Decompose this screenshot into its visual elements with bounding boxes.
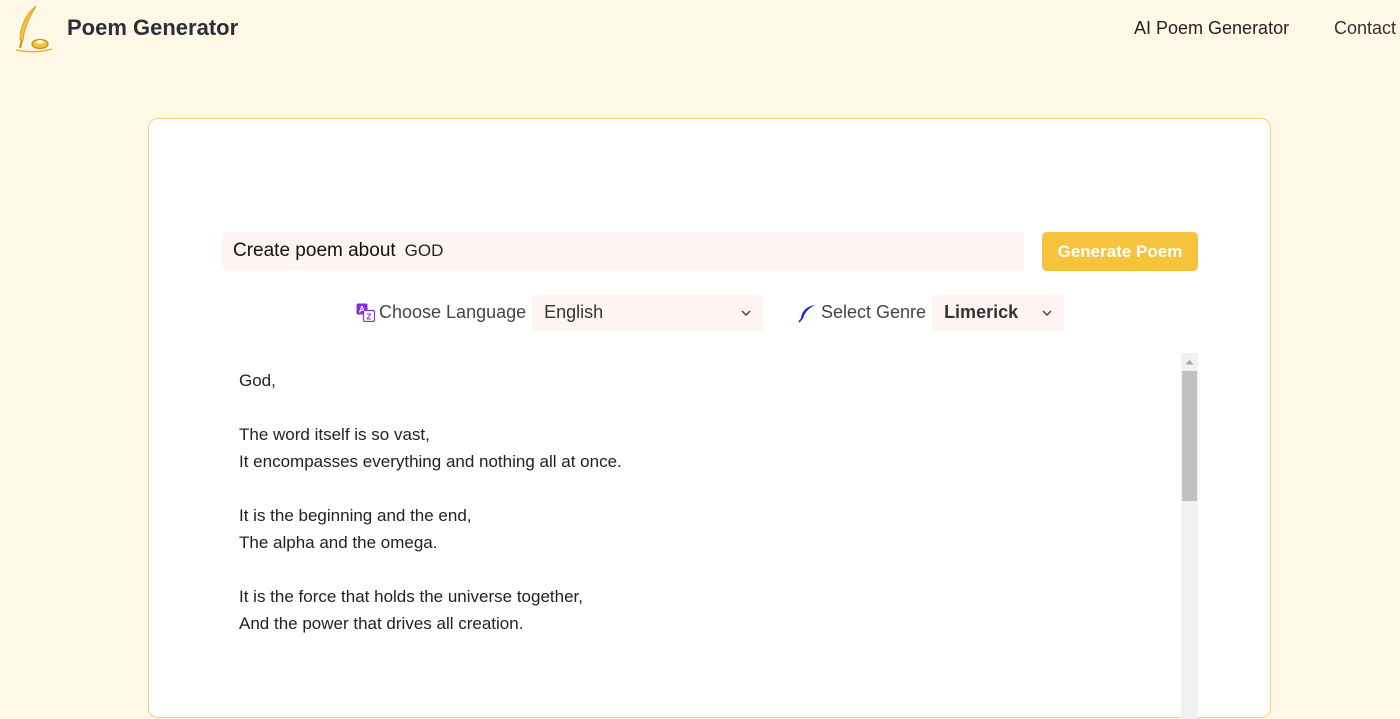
site-header: Poem Generator AI Poem Generator Contact bbox=[0, 0, 1400, 58]
poem-line bbox=[239, 556, 1139, 583]
poem-line: The word itself is so vast, bbox=[239, 425, 430, 444]
feather-icon bbox=[798, 304, 815, 322]
quill-ink-icon[interactable] bbox=[12, 4, 56, 54]
chevron-down-icon bbox=[741, 309, 751, 316]
poem-scrollbar[interactable] bbox=[1181, 353, 1198, 719]
poem-line: It is the beginning and the end, bbox=[239, 506, 472, 525]
language-select[interactable]: English bbox=[532, 294, 764, 331]
poem-line: The alpha and the omega. bbox=[239, 533, 438, 552]
translate-icon: A Z bbox=[356, 303, 375, 322]
prompt-field: Create poem about bbox=[222, 232, 1024, 270]
genre-label: Select Genre bbox=[821, 302, 927, 322]
scroll-up-arrow-icon[interactable] bbox=[1181, 353, 1198, 370]
svg-text:Z: Z bbox=[367, 313, 372, 322]
brand-title[interactable]: Poem Generator bbox=[67, 15, 238, 41]
prompt-input[interactable] bbox=[404, 241, 985, 261]
language-value: English bbox=[544, 302, 604, 322]
scrollbar-thumb[interactable] bbox=[1182, 371, 1197, 501]
poem-output[interactable]: God, The word itself is so vast, It enco… bbox=[222, 353, 1198, 719]
genre-value: Limerick bbox=[944, 302, 1019, 322]
genre-option: Select Genre Limerick bbox=[797, 294, 1065, 331]
generator-card: Create poem about Generate Poem A Z Choo… bbox=[148, 118, 1271, 719]
genre-select[interactable]: Limerick bbox=[932, 294, 1065, 331]
generate-poem-button[interactable]: Generate Poem bbox=[1042, 232, 1198, 271]
chevron-down-icon bbox=[1042, 309, 1052, 316]
poem-line: It encompasses everything and nothing al… bbox=[239, 452, 622, 471]
language-label: Choose Language bbox=[379, 302, 527, 322]
poem-line: And the power that drives all creation. bbox=[239, 614, 524, 633]
poem-line bbox=[239, 394, 1139, 421]
nav-contact[interactable]: Contact bbox=[1334, 18, 1396, 39]
poem-line: God, bbox=[239, 371, 276, 390]
poem-line bbox=[239, 475, 1139, 502]
poem-text: God, The word itself is so vast, It enco… bbox=[239, 367, 1139, 637]
language-option: A Z Choose Language English bbox=[356, 294, 764, 331]
prompt-label: Create poem about bbox=[233, 240, 396, 261]
nav-ai-poem-generator[interactable]: AI Poem Generator bbox=[1134, 18, 1289, 39]
poem-line: It is the force that holds the universe … bbox=[239, 587, 583, 606]
